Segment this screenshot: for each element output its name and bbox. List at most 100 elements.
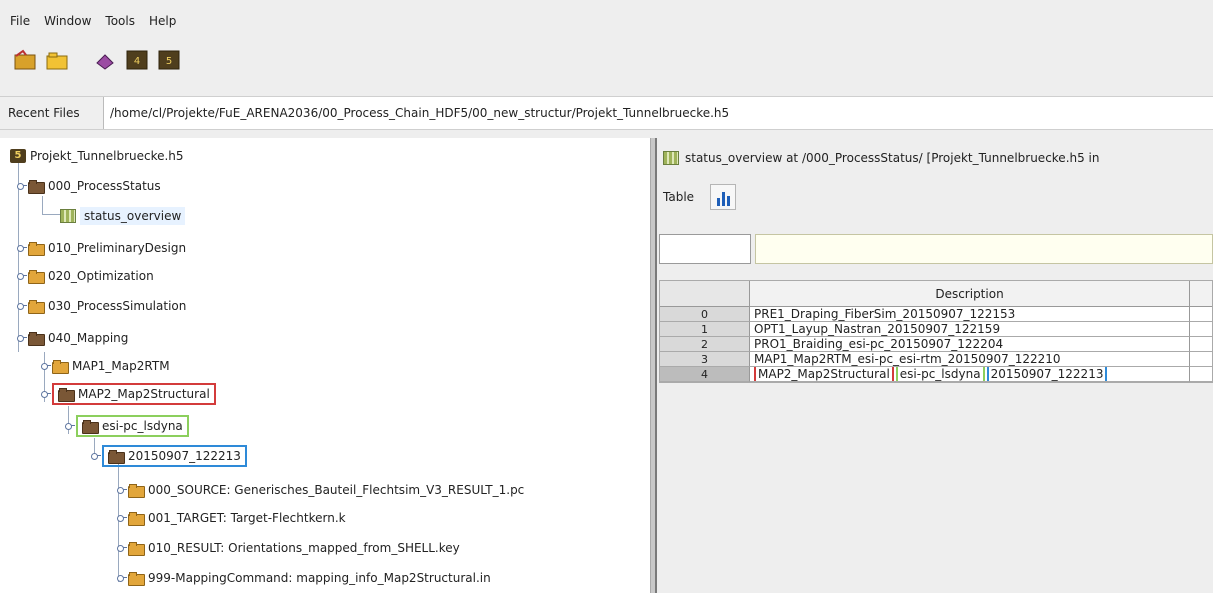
folder-icon	[128, 512, 145, 526]
book-button[interactable]	[90, 45, 120, 75]
expand-handle-icon[interactable]	[40, 389, 51, 399]
menu-file[interactable]: File	[10, 14, 30, 28]
table-row[interactable]: 1 OPT1_Layup_Nastran_20150907_122159	[660, 322, 1212, 337]
tree-item-001-target[interactable]: 001_TARGET: Target-Flechtkern.k	[116, 506, 346, 530]
tree-item-030-processsimulation[interactable]: 030_ProcessSimulation	[16, 294, 186, 318]
tree-item-label: MAP2_Map2Structural	[78, 387, 210, 401]
expand-handle-icon[interactable]	[16, 181, 27, 191]
book-icon	[96, 54, 114, 70]
table-cell[interactable]: MAP1_Map2RTM_esi-pc_esi-rtm_20150907_122…	[750, 352, 1190, 367]
open-file-button[interactable]	[10, 45, 40, 75]
tree-item-label: 010_PreliminaryDesign	[48, 241, 187, 255]
menu-window[interactable]: Window	[44, 14, 91, 28]
table-cell[interactable]: PRO1_Braiding_esi-pc_20150907_122204	[750, 337, 1190, 352]
dataset-table: Description 0 PRE1_Draping_FiberSim_2015…	[659, 280, 1213, 383]
recent-files-dropdown[interactable]: /home/cl/Projekte/FuE_ARENA2036/00_Proce…	[104, 97, 1213, 129]
column-header-description[interactable]: Description	[750, 281, 1190, 307]
open-folder-icon	[46, 52, 68, 70]
expand-handle-icon[interactable]	[16, 243, 27, 253]
folder-open-icon	[58, 388, 75, 402]
row-index-header	[660, 281, 750, 307]
tree-item-999-mappingcommand[interactable]: 999-MappingCommand: mapping_info_Map2Str…	[116, 566, 491, 590]
menu-tools[interactable]: Tools	[105, 14, 135, 28]
selected-cell-label	[659, 234, 751, 264]
tree-item-label: 001_TARGET: Target-Flechtkern.k	[148, 511, 346, 525]
tree-item-20150907-122213[interactable]: 20150907_122213	[90, 444, 247, 468]
table-cell[interactable]: OPT1_Layup_Nastran_20150907_122159	[750, 322, 1190, 337]
tree-item-label: MAP1_Map2RTM	[72, 359, 170, 373]
expand-handle-icon[interactable]	[64, 421, 75, 431]
folder-icon	[128, 572, 145, 586]
tree-item-label: 999-MappingCommand: mapping_info_Map2Str…	[148, 571, 491, 585]
table-row[interactable]: 3 MAP1_Map2RTM_esi-pc_esi-rtm_20150907_1…	[660, 352, 1212, 367]
menu-table[interactable]: Table	[663, 190, 694, 204]
open-folder-button[interactable]	[42, 45, 72, 75]
folder-icon	[28, 242, 45, 256]
row-index: 2	[660, 337, 750, 352]
tree-item-label: 030_ProcessSimulation	[48, 299, 187, 313]
hdf5-file-icon: 5	[10, 149, 26, 163]
hdf5-icon: 5	[158, 50, 180, 70]
dataset-icon	[663, 151, 679, 165]
menu-help[interactable]: Help	[149, 14, 176, 28]
expand-handle-icon[interactable]	[90, 451, 101, 461]
table-cell[interactable]: MAP2_Map2Structural esi-pc_lsdyna 201509…	[750, 367, 1190, 382]
folder-open-icon	[28, 332, 45, 346]
hdf4-icon: 4	[126, 50, 148, 70]
menu-bar: File Window Tools Help	[0, 6, 1213, 36]
tree-root[interactable]: 5 Projekt_Tunnelbruecke.h5	[10, 144, 184, 168]
expand-handle-icon[interactable]	[116, 485, 127, 495]
chart-button[interactable]	[710, 184, 737, 210]
tree-item-label: 040_Mapping	[48, 331, 129, 345]
tree-item-label: 020_Optimization	[48, 269, 154, 283]
folder-icon	[28, 300, 45, 314]
hdf4-button[interactable]: 4	[122, 45, 152, 75]
dataset-view-panel: status_overview at /000_ProcessStatus/ […	[655, 138, 1213, 593]
expand-handle-icon[interactable]	[40, 361, 51, 371]
expand-handle-icon[interactable]	[16, 333, 27, 343]
tree-item-label: status_overview	[80, 207, 186, 225]
folder-open-icon	[82, 420, 99, 434]
highlight-red: MAP2_Map2Structural	[52, 383, 216, 405]
table-row[interactable]: 0 PRE1_Draping_FiberSim_20150907_122153	[660, 307, 1212, 322]
folder-open-icon	[108, 450, 125, 464]
tree-item-000-processstatus[interactable]: 000_ProcessStatus	[16, 174, 161, 198]
tree-item-010-preliminarydesign[interactable]: 010_PreliminaryDesign	[16, 236, 186, 260]
dataset-title-label: status_overview at /000_ProcessStatus/ […	[685, 151, 1100, 165]
recent-files-bar: Recent Files /home/cl/Projekte/FuE_ARENA…	[0, 96, 1213, 130]
tree-item-label: 010_RESULT: Orientations_mapped_from_SHE…	[148, 541, 460, 555]
folder-icon	[28, 270, 45, 284]
tree-item-010-result[interactable]: 010_RESULT: Orientations_mapped_from_SHE…	[116, 536, 460, 560]
tree-item-040-mapping[interactable]: 040_Mapping	[16, 326, 128, 350]
table-header-row: Description	[660, 281, 1212, 307]
hdf5-button[interactable]: 5	[154, 45, 184, 75]
table-row[interactable]: 4 MAP2_Map2Structural esi-pc_lsdyna 2015…	[660, 367, 1212, 382]
tree-item-000-source[interactable]: 000_SOURCE: Generisches_Bauteil_Flechtsi…	[116, 478, 524, 502]
expand-handle-icon[interactable]	[16, 301, 27, 311]
selected-cell-value[interactable]	[755, 234, 1213, 264]
folder-icon	[52, 360, 69, 374]
expand-handle-icon[interactable]	[116, 573, 127, 583]
tree-item-map2-map2structural[interactable]: MAP2_Map2Structural	[40, 382, 216, 406]
tree-item-label: 000_SOURCE: Generisches_Bauteil_Flechtsi…	[148, 483, 525, 497]
expand-handle-icon[interactable]	[116, 543, 127, 553]
expand-handle-icon[interactable]	[16, 271, 27, 281]
expand-handle-icon[interactable]	[116, 513, 127, 523]
recent-files-label: Recent Files	[0, 97, 104, 129]
dataset-title: status_overview at /000_ProcessStatus/ […	[663, 148, 1100, 168]
folder-icon	[128, 542, 145, 556]
tree-item-020-optimization[interactable]: 020_Optimization	[16, 264, 154, 288]
table-cell[interactable]: PRE1_Draping_FiberSim_20150907_122153	[750, 307, 1190, 322]
svg-text:5: 5	[166, 56, 172, 67]
dataset-menu-bar: Table	[663, 184, 737, 210]
highlight-blue: 20150907_122213	[986, 367, 1108, 381]
highlight-blue: 20150907_122213	[102, 445, 247, 467]
open-file-icon	[14, 49, 36, 70]
folder-icon	[128, 484, 145, 498]
row-index: 0	[660, 307, 750, 322]
tree-item-map1-map2rtm[interactable]: MAP1_Map2RTM	[40, 354, 170, 378]
table-row[interactable]: 2 PRO1_Braiding_esi-pc_20150907_122204	[660, 337, 1212, 352]
tree-item-label: esi-pc_lsdyna	[102, 419, 183, 433]
tree-item-esi-pc-lsdyna[interactable]: esi-pc_lsdyna	[64, 414, 189, 438]
tree-item-status-overview[interactable]: status_overview	[60, 204, 186, 228]
